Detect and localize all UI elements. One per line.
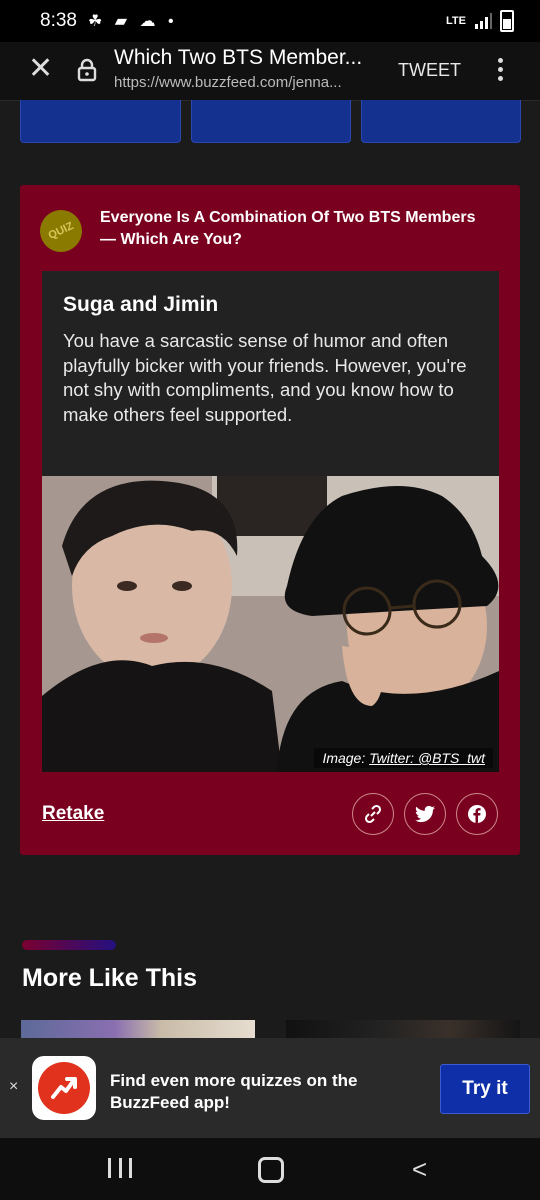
status-time: 8:38 xyxy=(40,10,77,31)
banner-close-icon[interactable]: × xyxy=(9,1078,18,1096)
related-quiz-thumbnail[interactable] xyxy=(21,1020,255,1040)
more-like-this-heading: More Like This xyxy=(22,964,198,992)
system-icons: LTE xyxy=(446,10,514,32)
notification-icons: ☘ ▰ ☁ • xyxy=(88,13,178,30)
retake-link[interactable]: Retake xyxy=(42,803,104,825)
back-icon[interactable]: < xyxy=(412,1154,427,1185)
network-label: LTE xyxy=(446,15,466,27)
close-tab-icon[interactable]: ✕ xyxy=(28,54,53,84)
battery-icon xyxy=(500,10,514,32)
result-photo-illustration xyxy=(42,476,499,772)
overflow-menu-icon[interactable] xyxy=(498,54,504,85)
signal-icon xyxy=(475,13,492,29)
result-box: Suga and Jimin You have a sarcastic sens… xyxy=(42,271,499,476)
twitter-icon xyxy=(415,805,435,823)
buzzfeed-app-icon[interactable] xyxy=(32,1056,96,1120)
quiz-result-card: QUIZ Everyone Is A Combination Of Two BT… xyxy=(20,185,520,855)
answer-option[interactable] xyxy=(20,100,181,143)
trending-arrow-icon xyxy=(51,1077,77,1099)
quiz-heading[interactable]: Everyone Is A Combination Of Two BTS Mem… xyxy=(100,207,480,251)
related-quiz-thumbnail[interactable] xyxy=(286,1020,520,1040)
tweet-button[interactable]: TWEET xyxy=(398,60,461,81)
answer-option[interactable] xyxy=(191,100,351,143)
app-promo-banner: × Find even more quizzes on the BuzzFeed… xyxy=(0,1038,540,1138)
result-photo: Image: Twitter: @BTS_twt xyxy=(42,476,499,772)
system-nav-bar: < xyxy=(0,1138,540,1200)
copy-link-button[interactable] xyxy=(352,793,394,835)
custom-tab-toolbar: ✕ Which Two BTS Member... https://www.bu… xyxy=(0,42,540,101)
twitter-share-button[interactable] xyxy=(404,793,446,835)
page-url[interactable]: https://www.buzzfeed.com/jenna... xyxy=(114,74,382,91)
page-title: Which Two BTS Member... xyxy=(114,46,363,69)
home-icon[interactable] xyxy=(258,1157,284,1183)
quiz-badge: QUIZ xyxy=(33,203,89,259)
link-icon xyxy=(364,804,382,824)
answer-option[interactable] xyxy=(361,100,521,143)
section-accent-bar xyxy=(22,940,116,950)
result-description: You have a sarcastic sense of humor and … xyxy=(63,330,467,425)
facebook-share-button[interactable] xyxy=(456,793,498,835)
lock-icon[interactable] xyxy=(76,58,98,82)
caption-source-link[interactable]: Twitter: @BTS_twt xyxy=(369,750,485,766)
status-bar: 8:38 ☘ ▰ ☁ • LTE xyxy=(0,0,540,42)
image-caption: Image: Twitter: @BTS_twt xyxy=(314,748,493,768)
caption-prefix: Image: xyxy=(322,750,370,766)
banner-text: Find even more quizzes on the BuzzFeed a… xyxy=(110,1071,358,1112)
facebook-icon xyxy=(468,805,486,823)
result-title: Suga and Jimin xyxy=(63,293,219,316)
try-it-button[interactable]: Try it xyxy=(440,1064,530,1114)
recents-icon[interactable] xyxy=(108,1158,132,1178)
